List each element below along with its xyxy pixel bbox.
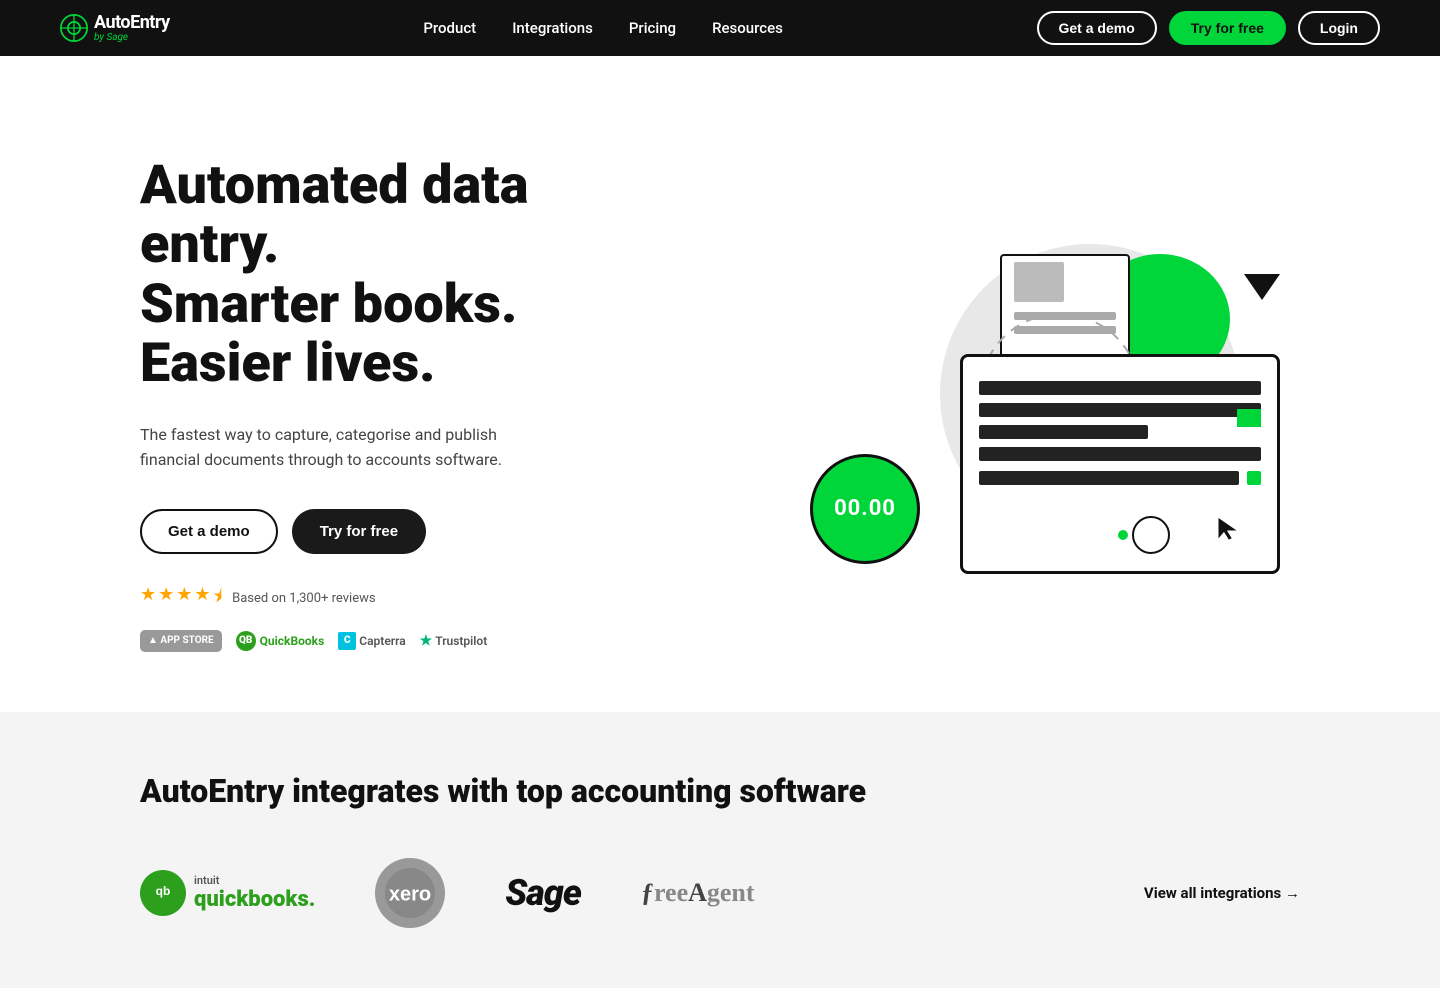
- navbar: AutoEntry by Sage Product Integrations P…: [0, 0, 1440, 56]
- integrations-title: AutoEntry integrates with top accounting…: [140, 772, 1300, 810]
- logo-sub: by Sage: [94, 33, 170, 43]
- svg-text:xero: xero: [389, 883, 431, 905]
- freeagent-integration: ƒreeAgent: [641, 878, 755, 908]
- star-3: ★: [176, 584, 192, 614]
- logo-brand: AutoEntry: [94, 13, 170, 33]
- illus-row-1: [979, 381, 1261, 395]
- illus-screen: [963, 357, 1277, 501]
- hero-subtitle: The fastest way to capture, categorise a…: [140, 422, 540, 473]
- capterra-icon: C: [338, 632, 356, 650]
- xero-integration: xero: [375, 858, 445, 928]
- illus-green-dot: [1118, 530, 1128, 540]
- xero-svg: xero: [385, 868, 435, 918]
- navbar-actions: Get a demo Try for free Login: [1037, 11, 1381, 45]
- hero-title-line1: Automated data entry.: [140, 154, 528, 276]
- illus-col-1: [979, 471, 1239, 485]
- star-1: ★: [140, 584, 156, 614]
- hero-content: Automated data entry. Smarter books. Eas…: [140, 156, 600, 652]
- illus-row-2: [979, 403, 1261, 417]
- trustpilot-logo: ★ Trustpilot: [420, 630, 488, 652]
- trustpilot-star: ★: [420, 633, 433, 649]
- hero-illustration: 00.00: [800, 214, 1300, 594]
- get-demo-button-nav[interactable]: Get a demo: [1037, 11, 1157, 45]
- illus-amount-text: 00.00: [834, 496, 896, 521]
- illus-row-4: [979, 447, 1261, 461]
- get-demo-button-hero[interactable]: Get a demo: [140, 509, 278, 554]
- nav-resources[interactable]: Resources: [712, 19, 783, 37]
- illus-laptop: [960, 354, 1280, 574]
- illus-row-3: [979, 425, 1148, 439]
- autoentry-logo-icon: [60, 14, 88, 42]
- view-all-integrations[interactable]: View all integrations →: [1144, 884, 1300, 902]
- freeagent-label: ƒreeAgent: [641, 878, 755, 908]
- hero-title: Automated data entry. Smarter books. Eas…: [140, 156, 600, 394]
- nav-integrations[interactable]: Integrations: [512, 19, 593, 37]
- review-logos: ▲ APP STORE QB QuickBooks C Capterra ★ T…: [140, 630, 600, 652]
- illus-bottom-rows: [979, 471, 1261, 485]
- try-free-button-nav[interactable]: Try for free: [1169, 11, 1286, 45]
- quickbooks-label: intuit quickbooks.: [194, 874, 315, 912]
- illus-cursor-icon: [1217, 517, 1237, 541]
- svg-text:qb: qb: [156, 884, 171, 898]
- star-4: ★: [194, 584, 210, 614]
- illus-green-badge: [1237, 409, 1261, 427]
- hero-buttons: Get a demo Try for free: [140, 509, 600, 554]
- quickbooks-integration: qb intuit quickbooks.: [140, 870, 315, 916]
- hero-title-line2: Smarter books.: [140, 273, 517, 336]
- illus-small-circle: [1132, 516, 1170, 554]
- star-rating: ★ ★ ★ ★ ⯨: [140, 584, 222, 614]
- illus-col-dot: [1247, 471, 1261, 485]
- nav-product[interactable]: Product: [423, 19, 476, 37]
- hero-section: Automated data entry. Smarter books. Eas…: [0, 56, 1440, 712]
- hero-title-line3: Easier lives.: [140, 332, 435, 395]
- star-half: ⯨: [213, 584, 223, 614]
- nav-pricing[interactable]: Pricing: [629, 19, 676, 37]
- star-2: ★: [158, 584, 174, 614]
- appstore-logo: ▲ APP STORE: [140, 630, 222, 652]
- integrations-logos: qb intuit quickbooks. xero Sage: [140, 858, 1300, 928]
- quickbooks-review-logo: QB QuickBooks: [236, 630, 325, 652]
- logo-text: AutoEntry by Sage: [94, 13, 170, 43]
- try-free-button-hero[interactable]: Try for free: [292, 509, 426, 554]
- capterra-logo: C Capterra: [338, 630, 405, 652]
- sage-integration: Sage: [505, 872, 581, 914]
- illus-row-2-wrapper: [979, 403, 1261, 417]
- quickbooks-icon: QB: [236, 631, 256, 651]
- xero-icon: xero: [375, 858, 445, 928]
- sage-label: Sage: [505, 872, 581, 914]
- quickbooks-icon-large: qb: [140, 870, 186, 916]
- illus-amount-badge: 00.00: [810, 454, 920, 564]
- quickbooks-svg: qb: [150, 880, 176, 906]
- hero-reviews: ★ ★ ★ ★ ⯨ Based on 1,300+ reviews: [140, 584, 600, 614]
- illus-triangle-icon: [1244, 274, 1280, 300]
- login-button[interactable]: Login: [1298, 11, 1380, 45]
- main-nav: Product Integrations Pricing Resources: [423, 19, 783, 37]
- logo: AutoEntry by Sage: [60, 13, 170, 43]
- review-text: Based on 1,300+ reviews: [232, 591, 375, 606]
- integrations-section: AutoEntry integrates with top accounting…: [0, 712, 1440, 988]
